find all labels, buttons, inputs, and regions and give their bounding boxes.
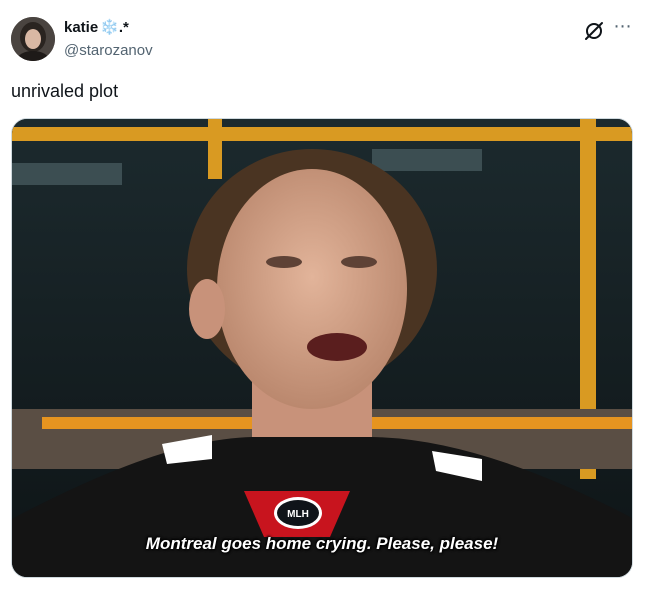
author-handle[interactable]: @starozanov (64, 42, 153, 59)
name-badge: ❄️.* (100, 19, 129, 36)
media-subtitle: Montreal goes home crying. Please, pleas… (145, 534, 499, 553)
grok-icon[interactable] (583, 20, 605, 42)
post-media-image[interactable]: MLH Montreal goes home crying. Please, p… (11, 118, 633, 578)
jersey-logo-text: MLH (287, 509, 309, 520)
display-name[interactable]: katie (64, 19, 98, 36)
author-name-row[interactable]: katie ❄️.* (64, 18, 129, 37)
more-icon[interactable]: ⋯ (612, 17, 634, 39)
media-scene: MLH (12, 119, 632, 577)
post-text: unrivaled plot (11, 81, 119, 101)
avatar[interactable] (11, 17, 55, 61)
